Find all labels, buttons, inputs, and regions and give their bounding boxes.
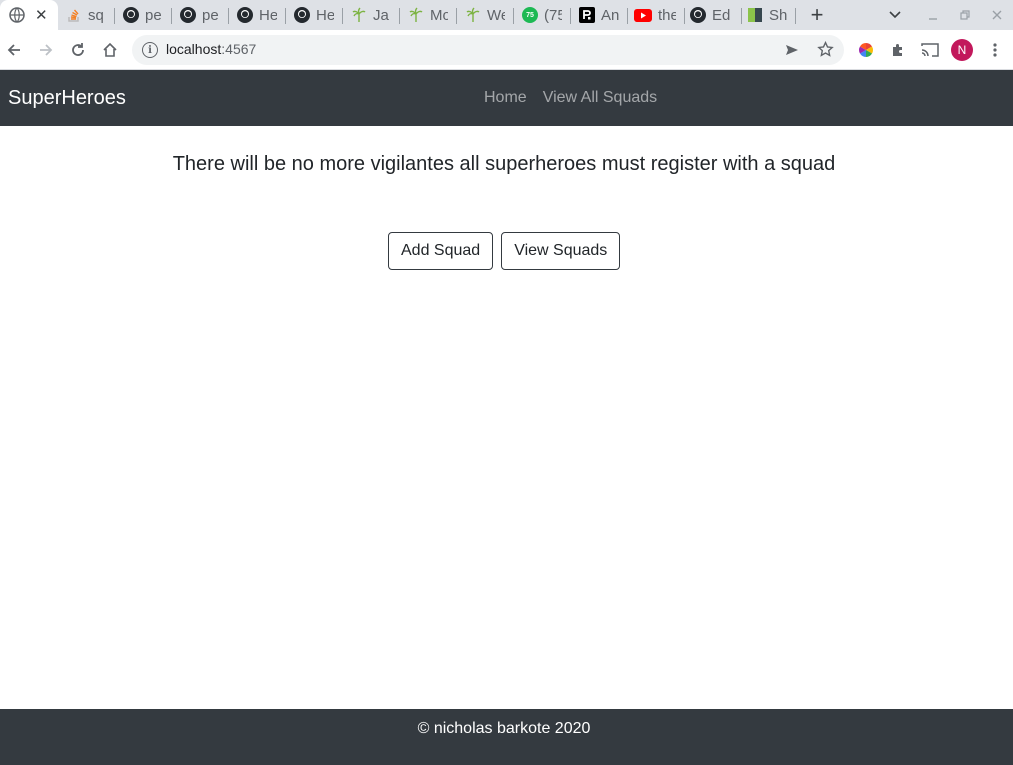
add-squad-button[interactable]: Add Squad	[388, 232, 494, 270]
tab-title: He	[316, 6, 334, 24]
cast-icon[interactable]	[918, 38, 942, 62]
nav-link-view-all-squads[interactable]: View All Squads	[543, 89, 657, 107]
palm-icon	[408, 7, 424, 23]
site-navbar: SuperHeroes Home View All Squads	[0, 70, 1013, 126]
star-icon[interactable]	[817, 40, 834, 63]
tab-search-icon[interactable]	[884, 0, 906, 30]
navbar-brand[interactable]: SuperHeroes	[8, 87, 126, 110]
tab-title: the	[658, 6, 676, 24]
book-icon	[747, 7, 763, 23]
menu-icon[interactable]	[983, 38, 1007, 62]
restore-icon[interactable]	[954, 0, 976, 30]
tab[interactable]: Sh	[742, 0, 796, 30]
youtube-icon	[634, 8, 652, 22]
tab[interactable]: He	[286, 0, 343, 30]
reload-icon[interactable]	[66, 38, 90, 62]
profile-avatar[interactable]: N	[951, 39, 973, 61]
minimize-icon[interactable]	[922, 0, 944, 30]
new-tab-button[interactable]: +	[805, 0, 829, 30]
tab[interactable]: Mo	[400, 0, 457, 30]
tab-title: Ed	[712, 6, 730, 24]
github-icon	[294, 7, 310, 23]
close-window-icon[interactable]	[986, 0, 1008, 30]
color-wheel-icon[interactable]	[854, 38, 878, 62]
action-buttons: Add Squad View Squads	[388, 232, 621, 270]
tab-strip: ✕ sq pe pe He He Ja Mo W 75 (75 An the E…	[0, 0, 1013, 30]
tab[interactable]: Ja	[343, 0, 400, 30]
tab[interactable]: We	[457, 0, 514, 30]
nav-link-home[interactable]: Home	[484, 89, 527, 107]
github-icon	[690, 7, 706, 23]
github-icon	[237, 7, 253, 23]
badge-icon: 75	[522, 7, 538, 23]
home-icon[interactable]	[98, 38, 122, 62]
tab-title: pe	[202, 6, 219, 24]
close-tab-icon[interactable]: ✕	[35, 6, 48, 24]
tab[interactable]: pe	[115, 0, 172, 30]
tab[interactable]: pe	[172, 0, 229, 30]
tab[interactable]: He	[229, 0, 286, 30]
tab[interactable]: Ed	[685, 0, 742, 30]
footer-copyright: © nicholas barkote 2020	[417, 720, 591, 737]
tab-title: Ja	[373, 6, 389, 24]
tab-title: pe	[145, 6, 162, 24]
tab-active[interactable]: ✕	[0, 0, 58, 30]
tab-title: Mo	[430, 6, 448, 24]
github-icon	[180, 7, 196, 23]
tab-title: (75	[544, 6, 562, 24]
url-text: localhost:4567	[166, 41, 257, 57]
tab[interactable]: the	[628, 0, 685, 30]
view-squads-button[interactable]: View Squads	[501, 232, 621, 270]
send-icon[interactable]	[784, 42, 800, 63]
site-footer: © nicholas barkote 2020	[0, 709, 1013, 765]
page-headline: There will be no more vigilantes all sup…	[172, 153, 836, 175]
tab[interactable]: sq	[58, 0, 115, 30]
tab[interactable]: An	[571, 0, 628, 30]
palm-icon	[465, 7, 481, 23]
navbar-links: Home View All Squads	[484, 89, 657, 107]
palm-icon	[351, 7, 367, 23]
back-icon[interactable]	[2, 38, 26, 62]
tab-title: sq	[88, 6, 104, 24]
globe-icon	[9, 7, 25, 23]
tab[interactable]: 75 (75	[514, 0, 571, 30]
browser-toolbar: i localhost:4567	[0, 30, 1013, 70]
tab-title: An	[601, 6, 619, 24]
address-bar[interactable]: i localhost:4567	[132, 35, 844, 65]
extensions-icon[interactable]	[886, 38, 910, 62]
tab-divider	[795, 8, 796, 24]
stackoverflow-icon	[66, 7, 82, 23]
site-info-icon[interactable]: i	[142, 42, 158, 58]
tab-title: Sh	[769, 6, 787, 24]
github-icon	[123, 7, 139, 23]
tab-title: We	[487, 6, 505, 24]
r-logo-icon	[579, 7, 595, 23]
forward-icon[interactable]	[34, 38, 58, 62]
tab-title: He	[259, 6, 277, 24]
